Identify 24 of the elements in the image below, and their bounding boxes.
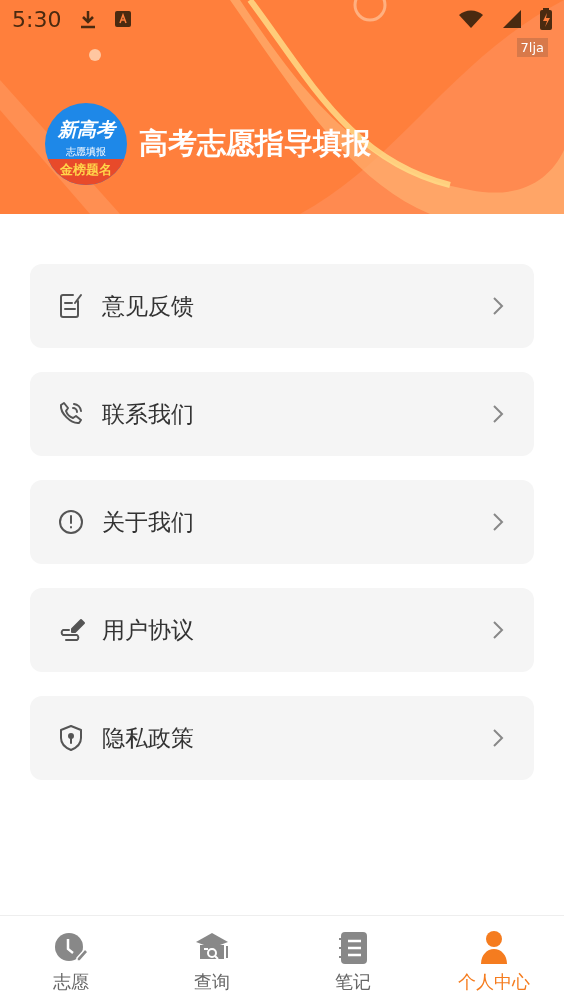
logo-subtitle: 志愿填报 (66, 145, 106, 159)
keyboard-badge-icon (115, 11, 132, 27)
signal-icon (502, 9, 522, 29)
tag-label: 7lja (516, 38, 548, 57)
menu-item[interactable]: 隐私政策 (30, 696, 534, 780)
battery-icon (540, 8, 552, 30)
tab-item[interactable]: 查询 (141, 916, 282, 1004)
wifi-icon (458, 9, 484, 29)
chevron-right-icon (492, 296, 504, 316)
app-title: 高考志愿指导填报 (139, 125, 371, 162)
menu-item[interactable]: 用户协议 (30, 588, 534, 672)
chevron-right-icon (492, 512, 504, 532)
status-time: 5:30 (12, 6, 62, 32)
menu-item[interactable]: 关于我们 (30, 480, 534, 564)
menu-item[interactable]: 意见反馈 (30, 264, 534, 348)
tab-item[interactable]: 志愿 (0, 916, 141, 1004)
chevron-right-icon (492, 728, 504, 748)
menu-item[interactable]: 联系我们 (30, 372, 534, 456)
exclamation-icon (56, 507, 86, 537)
tab-item[interactable]: 笔记 (282, 916, 423, 1004)
logo-text: 新高考 (57, 117, 115, 142)
download-icon (79, 9, 98, 29)
chevron-right-icon (492, 620, 504, 640)
chevron-right-icon (492, 404, 504, 424)
